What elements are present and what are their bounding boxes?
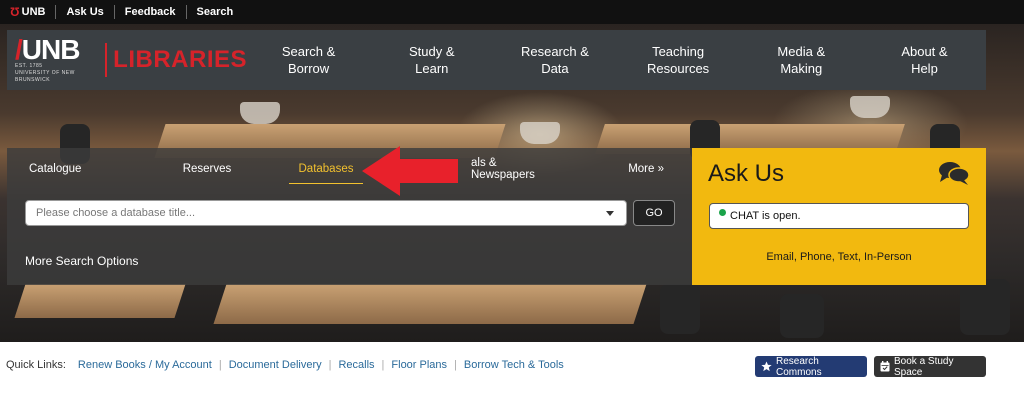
contact-methods-link[interactable]: Email, Phone, Text, In-Person bbox=[692, 251, 986, 263]
nav-search-borrow[interactable]: Search & Borrow bbox=[247, 30, 370, 90]
quicklink-document-delivery[interactable]: Document Delivery bbox=[229, 359, 322, 371]
search-panel: Catalogue Reserves Databases als & Newsp… bbox=[7, 148, 692, 285]
tab-more[interactable]: More » bbox=[614, 148, 678, 190]
separator: | bbox=[454, 359, 457, 371]
tab-catalogue[interactable]: Catalogue bbox=[15, 148, 133, 190]
separator: | bbox=[328, 359, 332, 371]
quick-links-bar: Quick Links: Renew Books / My Account | … bbox=[0, 342, 1024, 409]
database-search-row: Please choose a database title... GO bbox=[25, 200, 675, 226]
research-commons-label: Research Commons bbox=[776, 355, 822, 378]
chat-status-button[interactable]: CHAT is open. bbox=[709, 203, 969, 229]
database-select[interactable]: Please choose a database title... bbox=[25, 200, 627, 226]
separator: | bbox=[381, 359, 385, 371]
utility-ask-us-label: Ask Us bbox=[66, 6, 104, 18]
utility-ask-us-link[interactable]: Ask Us bbox=[56, 5, 115, 19]
nav-study-learn[interactable]: Study & Learn bbox=[370, 30, 493, 90]
utility-feedback-link[interactable]: Feedback bbox=[115, 5, 187, 19]
utility-search-label: Search bbox=[196, 6, 234, 18]
unb-word: /UNB bbox=[15, 33, 80, 65]
more-search-options-link[interactable]: More Search Options bbox=[25, 254, 138, 268]
go-button[interactable]: GO bbox=[633, 200, 675, 226]
quick-links-row: Quick Links: Renew Books / My Account | … bbox=[6, 359, 564, 371]
libraries-wordmark: LIBRARIES bbox=[113, 46, 247, 73]
utility-unb-link[interactable]: Ʊ UNB bbox=[8, 5, 57, 19]
unb-wordmark: /UNB EST. 1785 UNIVERSITY OF NEW BRUNSWI… bbox=[15, 33, 99, 84]
ask-us-title: Ask Us bbox=[708, 160, 785, 187]
unb-libraries-logo[interactable]: /UNB EST. 1785 UNIVERSITY OF NEW BRUNSWI… bbox=[7, 30, 247, 90]
star-icon bbox=[761, 361, 772, 372]
ask-us-panel: Ask Us CHAT is open. Email, Phone, Text,… bbox=[692, 148, 986, 285]
main-nav-links: Search & Borrow Study & Learn Research &… bbox=[247, 30, 986, 90]
database-select-placeholder: Please choose a database title... bbox=[36, 207, 195, 219]
chat-bubbles-icon bbox=[939, 162, 970, 185]
red-arrow-icon bbox=[362, 146, 458, 196]
utility-bar: Ʊ UNB Ask Us Feedback Search bbox=[0, 0, 1024, 24]
chevron-down-icon bbox=[606, 211, 614, 216]
chat-status-label: CHAT is open. bbox=[730, 210, 801, 222]
unb-subtitle: UNIVERSITY OF NEW BRUNSWICK bbox=[15, 69, 75, 83]
separator: | bbox=[218, 359, 222, 371]
utility-unb-label: UNB bbox=[21, 6, 46, 18]
nav-teaching-resources[interactable]: Teaching Resources bbox=[617, 30, 740, 90]
quicklink-borrow-tech[interactable]: Borrow Tech & Tools bbox=[464, 359, 564, 371]
utility-feedback-label: Feedback bbox=[124, 6, 176, 18]
quicklink-renew-books[interactable]: Renew Books / My Account bbox=[78, 359, 212, 371]
quicklink-floor-plans[interactable]: Floor Plans bbox=[391, 359, 447, 371]
book-study-space-label: Book a Study Space bbox=[894, 355, 954, 378]
chat-online-indicator bbox=[719, 209, 726, 216]
nav-media-making[interactable]: Media & Making bbox=[740, 30, 863, 90]
book-study-space-button[interactable]: Book a Study Space bbox=[874, 355, 986, 378]
unb-est: EST. 1785 bbox=[15, 62, 43, 69]
tab-reserves[interactable]: Reserves bbox=[133, 148, 281, 190]
nav-about-help[interactable]: About & Help bbox=[863, 30, 986, 90]
calendar-icon bbox=[880, 361, 890, 372]
utility-search-link[interactable]: Search bbox=[187, 5, 244, 19]
tab-databases[interactable]: Databases bbox=[281, 148, 371, 190]
quicklink-recalls[interactable]: Recalls bbox=[338, 359, 374, 371]
quick-links-label: Quick Links: bbox=[6, 359, 66, 371]
main-navigation: /UNB EST. 1785 UNIVERSITY OF NEW BRUNSWI… bbox=[7, 30, 986, 90]
research-commons-button[interactable]: Research Commons bbox=[755, 355, 867, 378]
nav-research-data[interactable]: Research & Data bbox=[493, 30, 616, 90]
logo-divider bbox=[105, 43, 108, 77]
unb-logo-icon: Ʊ bbox=[10, 5, 20, 19]
search-tabs: Catalogue Reserves Databases als & Newsp… bbox=[7, 148, 692, 190]
